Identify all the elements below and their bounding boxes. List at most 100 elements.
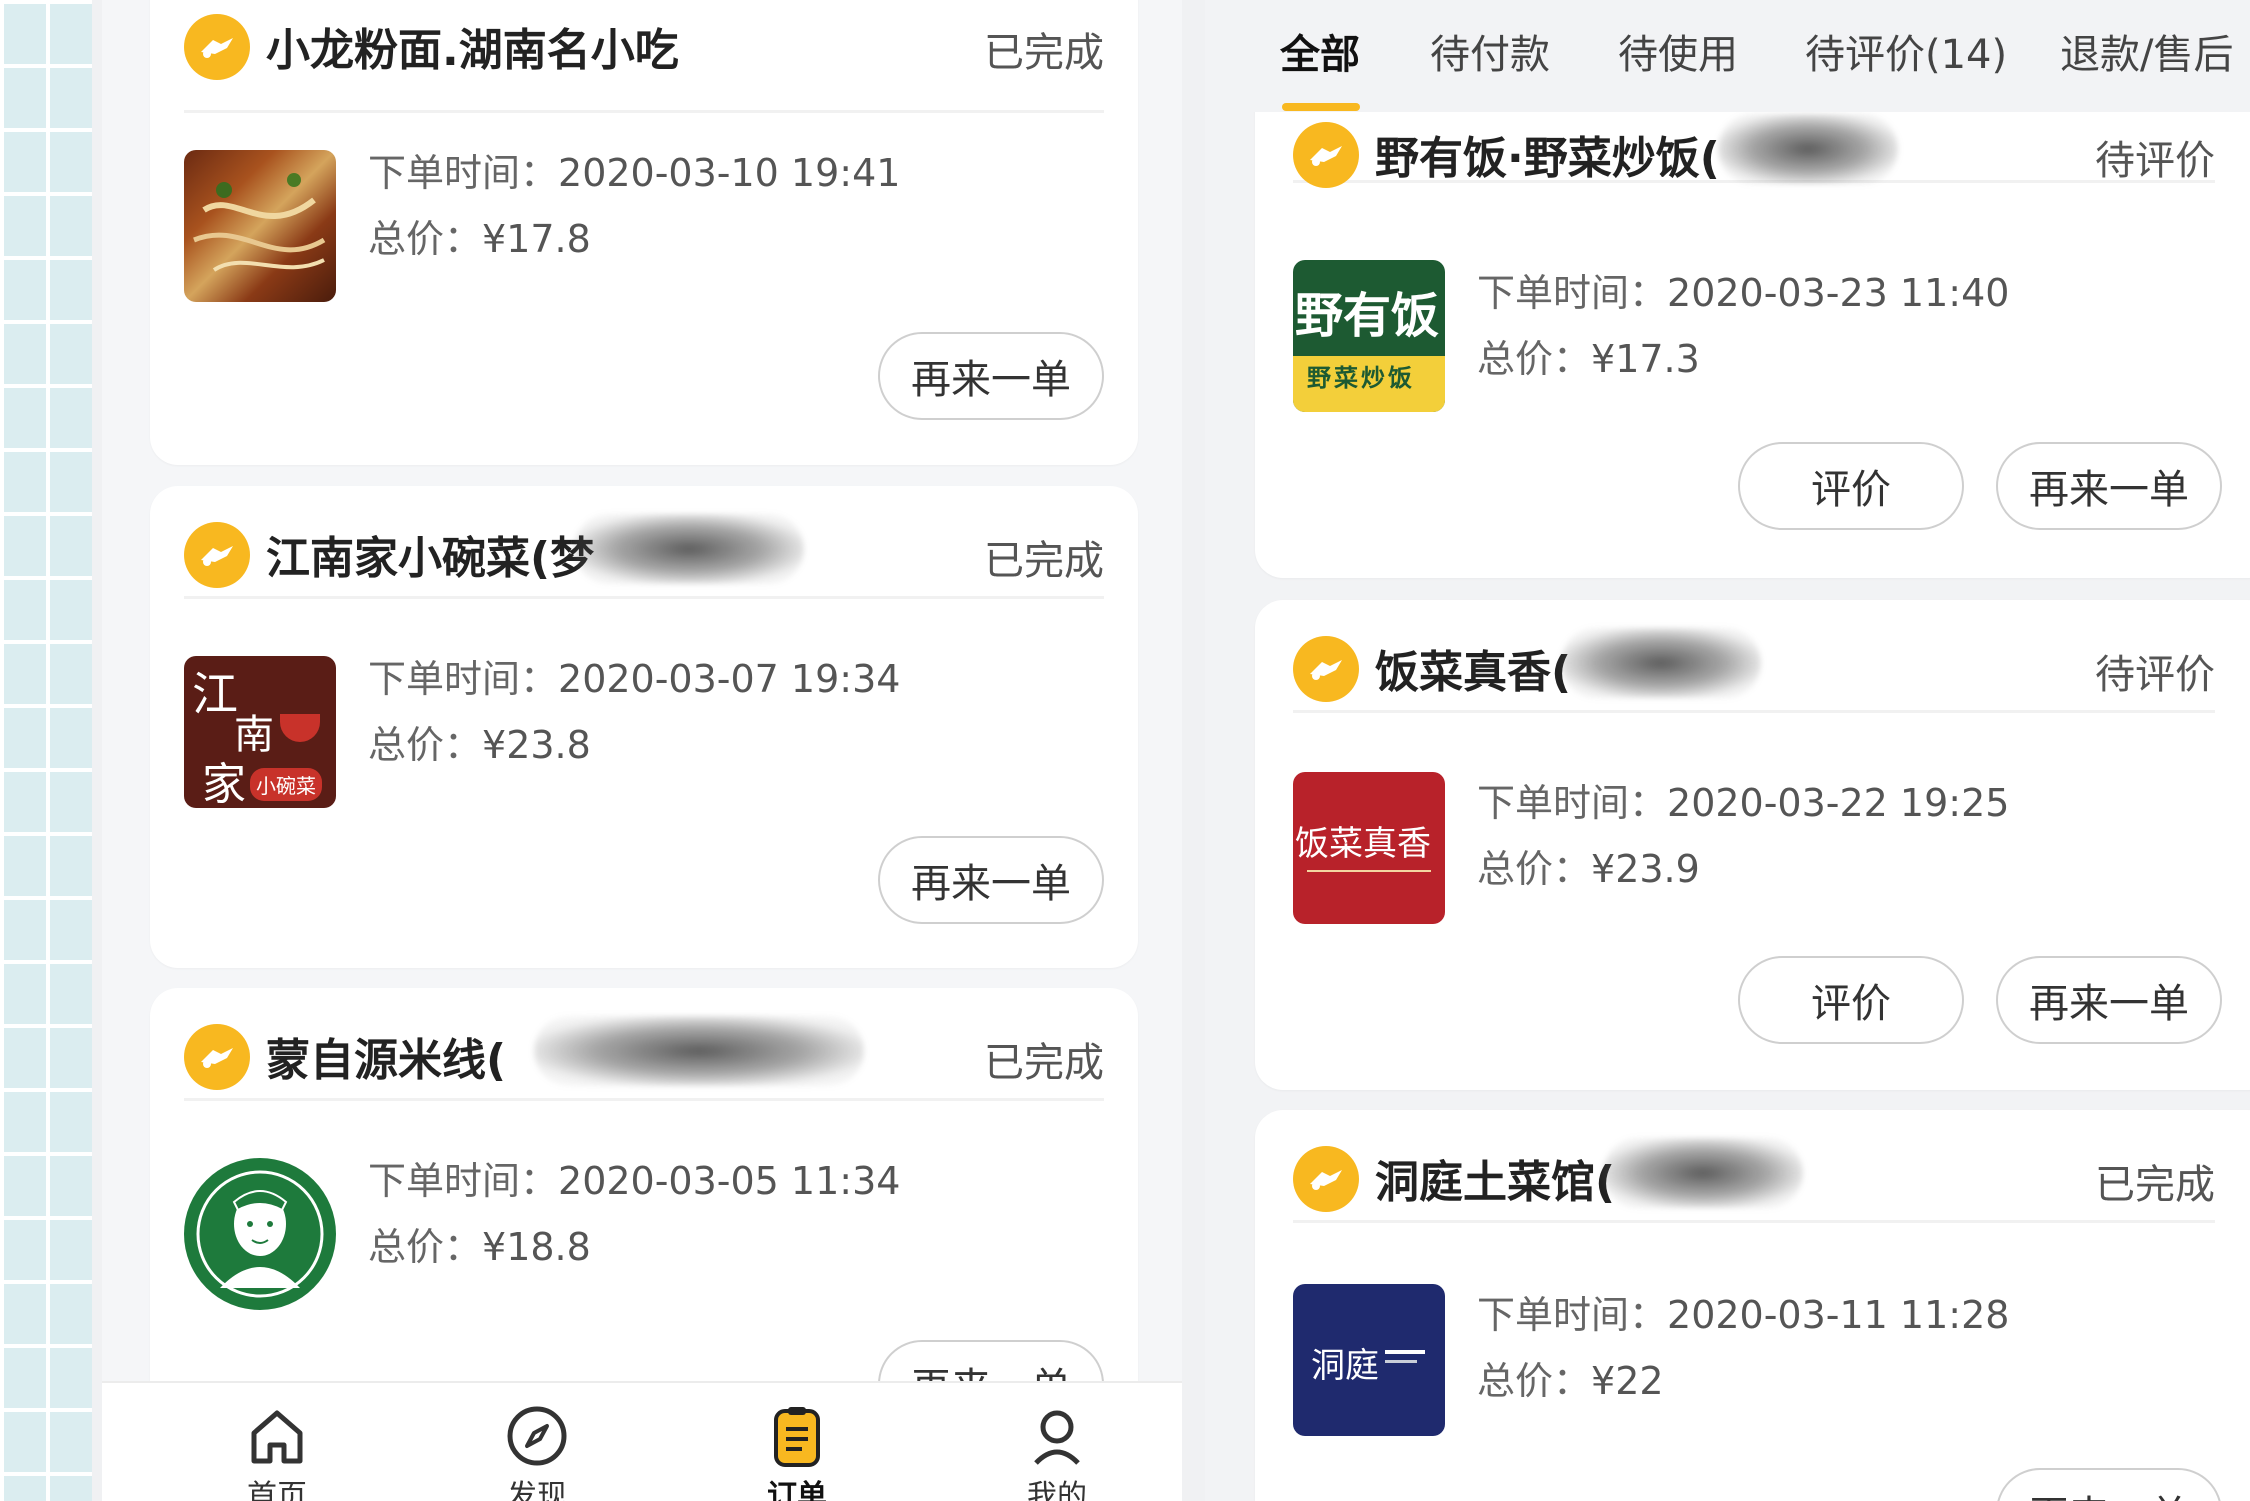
shop-name[interactable]: 洞庭土菜馆( [1375,1146,1615,1210]
home-icon [251,1410,303,1464]
redaction-scribble [1561,628,1761,698]
reorder-button[interactable]: 再来一单 [1996,956,2222,1044]
order-time-label: 下单时间： [1477,1293,1668,1337]
order-meta: 下单时间：2020-03-22 19:25 总价：¥23.9 [1477,770,2009,902]
order-price-label: 总价： [1477,1359,1592,1403]
tab-all[interactable]: 全部 [1280,22,1360,80]
nav-mine[interactable]: 我的 [982,1383,1132,1501]
nav-label: 我的 [1027,1479,1087,1501]
order-card[interactable]: 小龙粉面.湖南名小吃 已完成 下单时间：2020-03-10 19:41 总价：… [150,0,1138,465]
thumb-text: 江 [192,667,238,721]
shop-thumbnail: 江 南 家 小碗菜 [184,656,336,808]
order-status: 已完成 [2095,1162,2215,1208]
order-price: ¥22 [1591,1359,1664,1403]
order-time-label: 下单时间： [368,151,559,195]
order-meta: 下单时间：2020-03-11 11:28 总价：¥22 [1477,1282,2009,1414]
order-time-label: 下单时间： [1477,781,1668,825]
shop-name[interactable]: 江南家小碗菜(梦 [266,522,594,586]
order-price: ¥18.8 [482,1225,591,1269]
shop-name[interactable]: 蒙自源米线( [266,1024,506,1088]
order-status: 待评价 [2095,138,2215,184]
reorder-button[interactable]: 再来一单 [1996,1468,2222,1501]
order-status: 已完成 [984,1040,1104,1086]
orders-list-right[interactable]: 野有饭·野菜炒饭( 待评价 野有饭 野菜炒饭 下单时间：2020-03-23 1… [1205,0,2250,1501]
order-card[interactable]: 饭菜真香( 待评价 饭菜真香 下单时间：2020-03-22 19:25 总价：… [1255,600,2250,1090]
orders-list-left[interactable]: 小龙粉面.湖南名小吃 已完成 下单时间：2020-03-10 19:41 总价：… [102,0,1182,1501]
shop-thumbnail [184,1158,336,1310]
reorder-button[interactable]: 再来一单 [1996,442,2222,530]
order-price-label: 总价： [1477,847,1592,891]
nav-label: 订单 [767,1479,827,1501]
order-price: ¥17.3 [1591,337,1700,381]
nav-label: 发现 [507,1479,567,1501]
tiled-background [0,0,92,1501]
profile-icon [1034,1410,1080,1465]
shop-name[interactable]: 饭菜真香( [1375,636,1571,700]
order-time: 2020-03-10 19:41 [558,151,901,195]
nav-orders[interactable]: 订单 [722,1383,872,1501]
thumb-badge: 小碗菜 [250,768,322,801]
thumb-text: 饭菜真香 [1295,824,1431,864]
shop-icon [1293,636,1359,702]
active-tab-indicator [1282,103,1360,111]
tab-pending-payment[interactable]: 待付款 [1430,22,1550,80]
review-button[interactable]: 评价 [1738,442,1964,530]
order-card[interactable]: 江南家小碗菜(梦 已完成 江 南 家 小碗菜 下单时间：2020-03-07 1… [150,486,1138,968]
nav-discover[interactable]: 发现 [462,1383,612,1501]
order-time-label: 下单时间： [1477,271,1668,315]
shop-icon [1293,122,1359,188]
order-status: 已完成 [984,30,1104,76]
tab-to-review[interactable]: 待评价(14) [1805,22,2007,80]
shop-name[interactable]: 野有饭·野菜炒饭( [1375,122,1720,186]
order-price: ¥23.9 [1591,847,1700,891]
order-tabs: 全部 待付款 待使用 待评价(14) 退款/售后 [1205,0,2250,112]
order-time: 2020-03-23 11:40 [1667,271,2010,315]
tab-to-use[interactable]: 待使用 [1618,22,1738,80]
order-price-label: 总价： [368,217,483,261]
thumb-text: 野菜炒饭 [1307,364,1415,392]
shop-icon [184,522,250,588]
order-status: 已完成 [984,538,1104,584]
reorder-button[interactable]: 再来一单 [878,836,1104,924]
order-price-label: 总价： [368,723,483,767]
nav-label: 首页 [247,1479,307,1501]
bottom-navigation: 首页 发现 订单 我的 [102,1381,1182,1501]
shop-icon [1293,1146,1359,1212]
order-card[interactable]: 洞庭土菜馆( 已完成 洞庭 下单时间：2020-03-11 11:28 总价：¥… [1255,1110,2250,1501]
order-meta: 下单时间：2020-03-23 11:40 总价：¥17.3 [1477,260,2009,392]
shop-icon [184,14,250,80]
order-price-label: 总价： [368,1225,483,1269]
compass-icon [507,1406,567,1466]
review-button[interactable]: 评价 [1738,956,1964,1044]
redaction-scribble [1603,1138,1803,1208]
redaction-scribble [1718,114,1898,184]
order-time: 2020-03-05 11:34 [558,1159,901,1203]
shop-thumbnail [184,150,336,302]
order-card[interactable]: 野有饭·野菜炒饭( 待评价 野有饭 野菜炒饭 下单时间：2020-03-23 1… [1255,70,2250,578]
redaction-scribble [534,1016,864,1086]
order-card[interactable]: 蒙自源米线( 已完成 下单时间：2020-03-05 11:34 总价：¥18.… [150,988,1138,1448]
order-list-icon [774,1407,820,1467]
order-time: 2020-03-07 19:34 [558,657,901,701]
order-meta: 下单时间：2020-03-07 19:34 总价：¥23.8 [368,646,900,778]
order-meta: 下单时间：2020-03-10 19:41 总价：¥17.8 [368,140,900,272]
order-time: 2020-03-22 19:25 [1667,781,2010,825]
order-price: ¥23.8 [482,723,591,767]
nav-home[interactable]: 首页 [202,1383,352,1501]
shop-thumbnail: 野有饭 野菜炒饭 [1293,260,1445,412]
order-price: ¥17.8 [482,217,591,261]
shop-thumbnail: 洞庭 [1293,1284,1445,1436]
shop-thumbnail: 饭菜真香 [1293,772,1445,924]
order-time-label: 下单时间： [368,1159,559,1203]
shop-icon [184,1024,250,1090]
thumb-text: 洞庭 [1311,1346,1379,1386]
redaction-scribble [574,514,804,584]
reorder-button[interactable]: 再来一单 [878,332,1104,420]
order-time-label: 下单时间： [368,657,559,701]
shop-name[interactable]: 小龙粉面.湖南名小吃 [266,14,679,78]
order-time: 2020-03-11 11:28 [1667,1293,2010,1337]
order-meta: 下单时间：2020-03-05 11:34 总价：¥18.8 [368,1148,900,1280]
order-status: 待评价 [2095,652,2215,698]
thumb-text: 家 [202,759,246,808]
tab-refund[interactable]: 退款/售后 [2060,22,2233,80]
